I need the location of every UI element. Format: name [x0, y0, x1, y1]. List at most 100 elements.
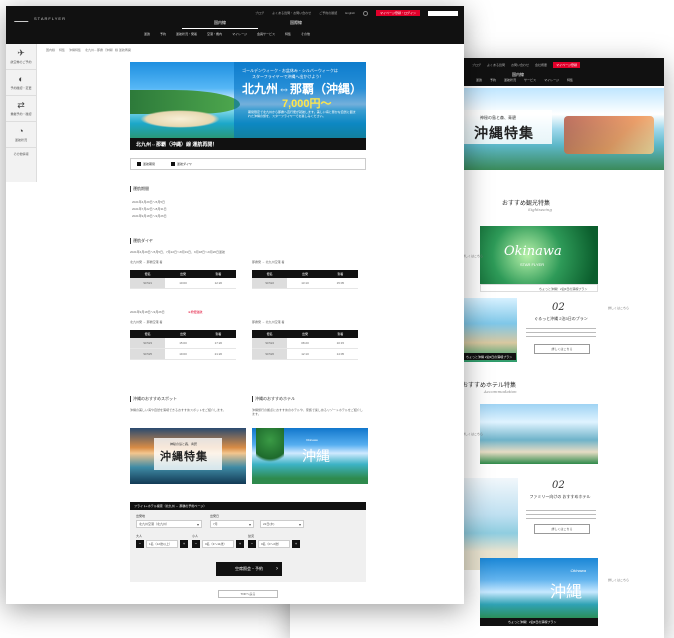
anchor-tab-label: 運航ダイヤ — [177, 162, 192, 166]
side-note[interactable]: 詳しくはこちら — [462, 254, 483, 258]
back-nav-item[interactable]: サービス — [524, 78, 536, 82]
child-count: 0名（3〜11歳） — [202, 540, 234, 548]
column-header: 出発 — [179, 332, 186, 336]
hotel-number: 02 — [552, 480, 565, 491]
util-link[interactable]: ご予約の確認 — [319, 11, 337, 15]
table-header: 便名 出発 到着 — [130, 270, 236, 278]
back-link[interactable]: ブログ — [472, 63, 481, 67]
nav-item[interactable]: 予約 — [160, 32, 166, 36]
child-plus-button[interactable]: + — [236, 540, 244, 548]
adult-minus-button[interactable]: − — [136, 540, 144, 548]
back-nav-item[interactable]: 運賃 — [476, 78, 482, 82]
tab-domestic[interactable]: 国内線 — [182, 20, 258, 29]
table-row: SF523 15:00 17:20 — [130, 338, 236, 349]
banner-small-text: 神秘の島と森、青碧 — [170, 442, 198, 446]
breadcrumb-item[interactable]: 沖縄特集 — [69, 48, 81, 52]
sidebar-item-booking[interactable]: ✈ 航空券のご予約 — [6, 44, 36, 70]
search-icon[interactable] — [363, 10, 369, 16]
breadcrumb: 国内線 特集 沖縄特集 北九州⇔那覇（沖縄）線 運航再開 — [46, 48, 131, 52]
back-register-button[interactable]: マイページ登録 — [553, 62, 581, 68]
spot-description: 沖縄の美しい海や自然を満喫できるおすすめスポットをご紹介します。 — [130, 408, 226, 412]
infant-count: 0名（0〜2歳） — [258, 540, 290, 548]
transfer-icon: ⇄ — [17, 100, 25, 110]
sidebar-item-status[interactable]: ◔ 運航状況 — [6, 122, 36, 148]
back-link[interactable]: 会社概要 — [535, 63, 547, 67]
login-button[interactable]: マイページ登録・ログイン — [376, 10, 420, 16]
okinawa-feature-banner[interactable]: 神秘の島と森、青碧 沖縄特集 — [130, 428, 246, 484]
okinawa-hotel-banner[interactable]: Okinawa 沖縄 — [252, 428, 368, 484]
side-note[interactable]: 詳しくはこちら — [608, 578, 629, 582]
hotel-detail-button[interactable]: 詳しくはこちら — [534, 524, 590, 534]
util-link[interactable]: English — [345, 11, 355, 15]
period-heading: 運航期間 — [130, 186, 149, 192]
banner-big-text: 沖縄特集 — [160, 450, 208, 463]
anchor-tab-schedule[interactable]: 運航ダイヤ — [171, 162, 192, 167]
anchor-tab-label: 運航期間 — [143, 162, 156, 166]
back-link[interactable]: よくある質問 — [487, 63, 505, 67]
nav-item[interactable]: 運航状況・発着 — [176, 32, 197, 36]
nav-item[interactable]: 特集 — [285, 32, 291, 36]
beach-card-bar: ちょっと沖縄 2泊3日の満喫プラン — [462, 353, 516, 360]
back-nav-item[interactable]: 運航状況 — [504, 78, 516, 82]
search-submit-button[interactable]: 空席照会・予約 — [216, 562, 282, 576]
column-header: 出発 — [301, 332, 308, 336]
front-page-preview: STARFLYER ブログ よくある質問・お問い合わせ ご予約の確認 Engli… — [6, 6, 464, 604]
back-nav: 運賃 予約 運航状況 サービス マイレージ 特集 — [476, 78, 658, 82]
field-label: 幼児 — [248, 534, 255, 538]
month-select[interactable]: 7月 — [210, 520, 254, 528]
banner-description: 期間限定で北九州から那覇へ直行便が就航します。美しい海と豊かな自然に囲まれた沖縄… — [248, 110, 356, 118]
back-nav-item[interactable]: 予約 — [490, 78, 496, 82]
schedule-table-return: 便名 出発 到着 SF522 13:10 15:05 — [252, 270, 358, 289]
sidebar-item-reservation[interactable]: ◐ 予約確認・変更 — [6, 70, 36, 96]
back-link[interactable]: お問い合わせ — [511, 63, 529, 67]
nav-item[interactable]: その他 — [301, 32, 310, 36]
util-link[interactable]: よくある質問・お問い合わせ — [272, 11, 311, 15]
nav-item[interactable]: マイレージ — [232, 32, 247, 36]
tab-international[interactable]: 国際線 — [258, 20, 334, 29]
tree-graphic — [256, 428, 284, 468]
family-hotel-image[interactable] — [462, 478, 518, 570]
nav-item[interactable]: 会員サービス — [257, 32, 275, 36]
util-link[interactable]: ブログ — [255, 11, 264, 15]
sidebar-item-transfer[interactable]: ⇄ 乗継予約・確認 — [6, 96, 36, 122]
sidebar-item-other[interactable]: その他情報 — [6, 148, 36, 174]
hotel-card-image[interactable] — [480, 404, 598, 464]
spot-heading: 沖縄のおすすめスポット — [130, 396, 177, 402]
back-nav-item[interactable]: 特集 — [567, 78, 573, 82]
nav-item[interactable]: 空港・機内 — [207, 32, 222, 36]
plan-description-lines — [526, 328, 596, 340]
search-input[interactable] — [428, 10, 458, 16]
adult-plus-button[interactable]: + — [180, 540, 188, 548]
back-utility-links: ブログ よくある質問 お問い合わせ 会社概要 マイページ登録 — [472, 62, 656, 68]
nav-item[interactable]: 運賃 — [144, 32, 150, 36]
back-to-top-button[interactable]: TOPへ戻る — [218, 590, 278, 598]
period-item: 2021年4月29日〜5月5日 — [132, 200, 166, 204]
adult-count: 1名（12歳以上） — [146, 540, 178, 548]
table-cell: 08:20 — [301, 341, 309, 345]
side-note[interactable]: 詳しくはこちら — [462, 432, 483, 436]
anchor-tab-period[interactable]: 運航期間 — [137, 162, 156, 167]
breadcrumb-item[interactable]: 国内線 — [46, 48, 55, 52]
route-label: 北九州発 → 那覇空港 着 — [130, 260, 163, 264]
plan-detail-button[interactable]: 詳しくはこちら — [534, 344, 590, 354]
day-select[interactable]: 22日(木) — [260, 520, 304, 528]
okinawa-forest-card[interactable]: Okinawa STAR FLYER — [480, 226, 598, 284]
starflyer-logo[interactable]: STARFLYER — [13, 15, 66, 22]
page-anchor-tabs: 運航期間 運航ダイヤ — [130, 158, 366, 170]
origin-select[interactable]: 北九州空港（北九州） — [136, 520, 202, 528]
flight-hotel-search-panel: フライト+ホテル検索（北九州 ⇔ 那覇の予約ページ） 出発地 北九州空港（北九州… — [130, 502, 366, 582]
field-label: 出発日 — [210, 514, 220, 518]
child-minus-button[interactable]: − — [192, 540, 200, 548]
table-cell: 10:15 — [336, 341, 345, 345]
infant-plus-button[interactable]: + — [292, 540, 300, 548]
back-nav-item[interactable]: マイレージ — [544, 78, 559, 82]
table-row: SF522 13:10 15:05 — [252, 278, 358, 289]
hotel-heading: 沖縄のおすすめホテル — [252, 396, 295, 402]
okinawa-coast-card[interactable]: Okinawa 沖縄 — [480, 558, 598, 620]
side-note[interactable]: 詳しくはこちら — [608, 306, 629, 310]
breadcrumb-item[interactable]: 特集 — [59, 48, 65, 52]
infant-minus-button[interactable]: − — [248, 540, 256, 548]
table-cell: SF526 — [252, 349, 288, 359]
column-header: 便名 — [266, 272, 273, 276]
square-icon — [171, 162, 175, 167]
